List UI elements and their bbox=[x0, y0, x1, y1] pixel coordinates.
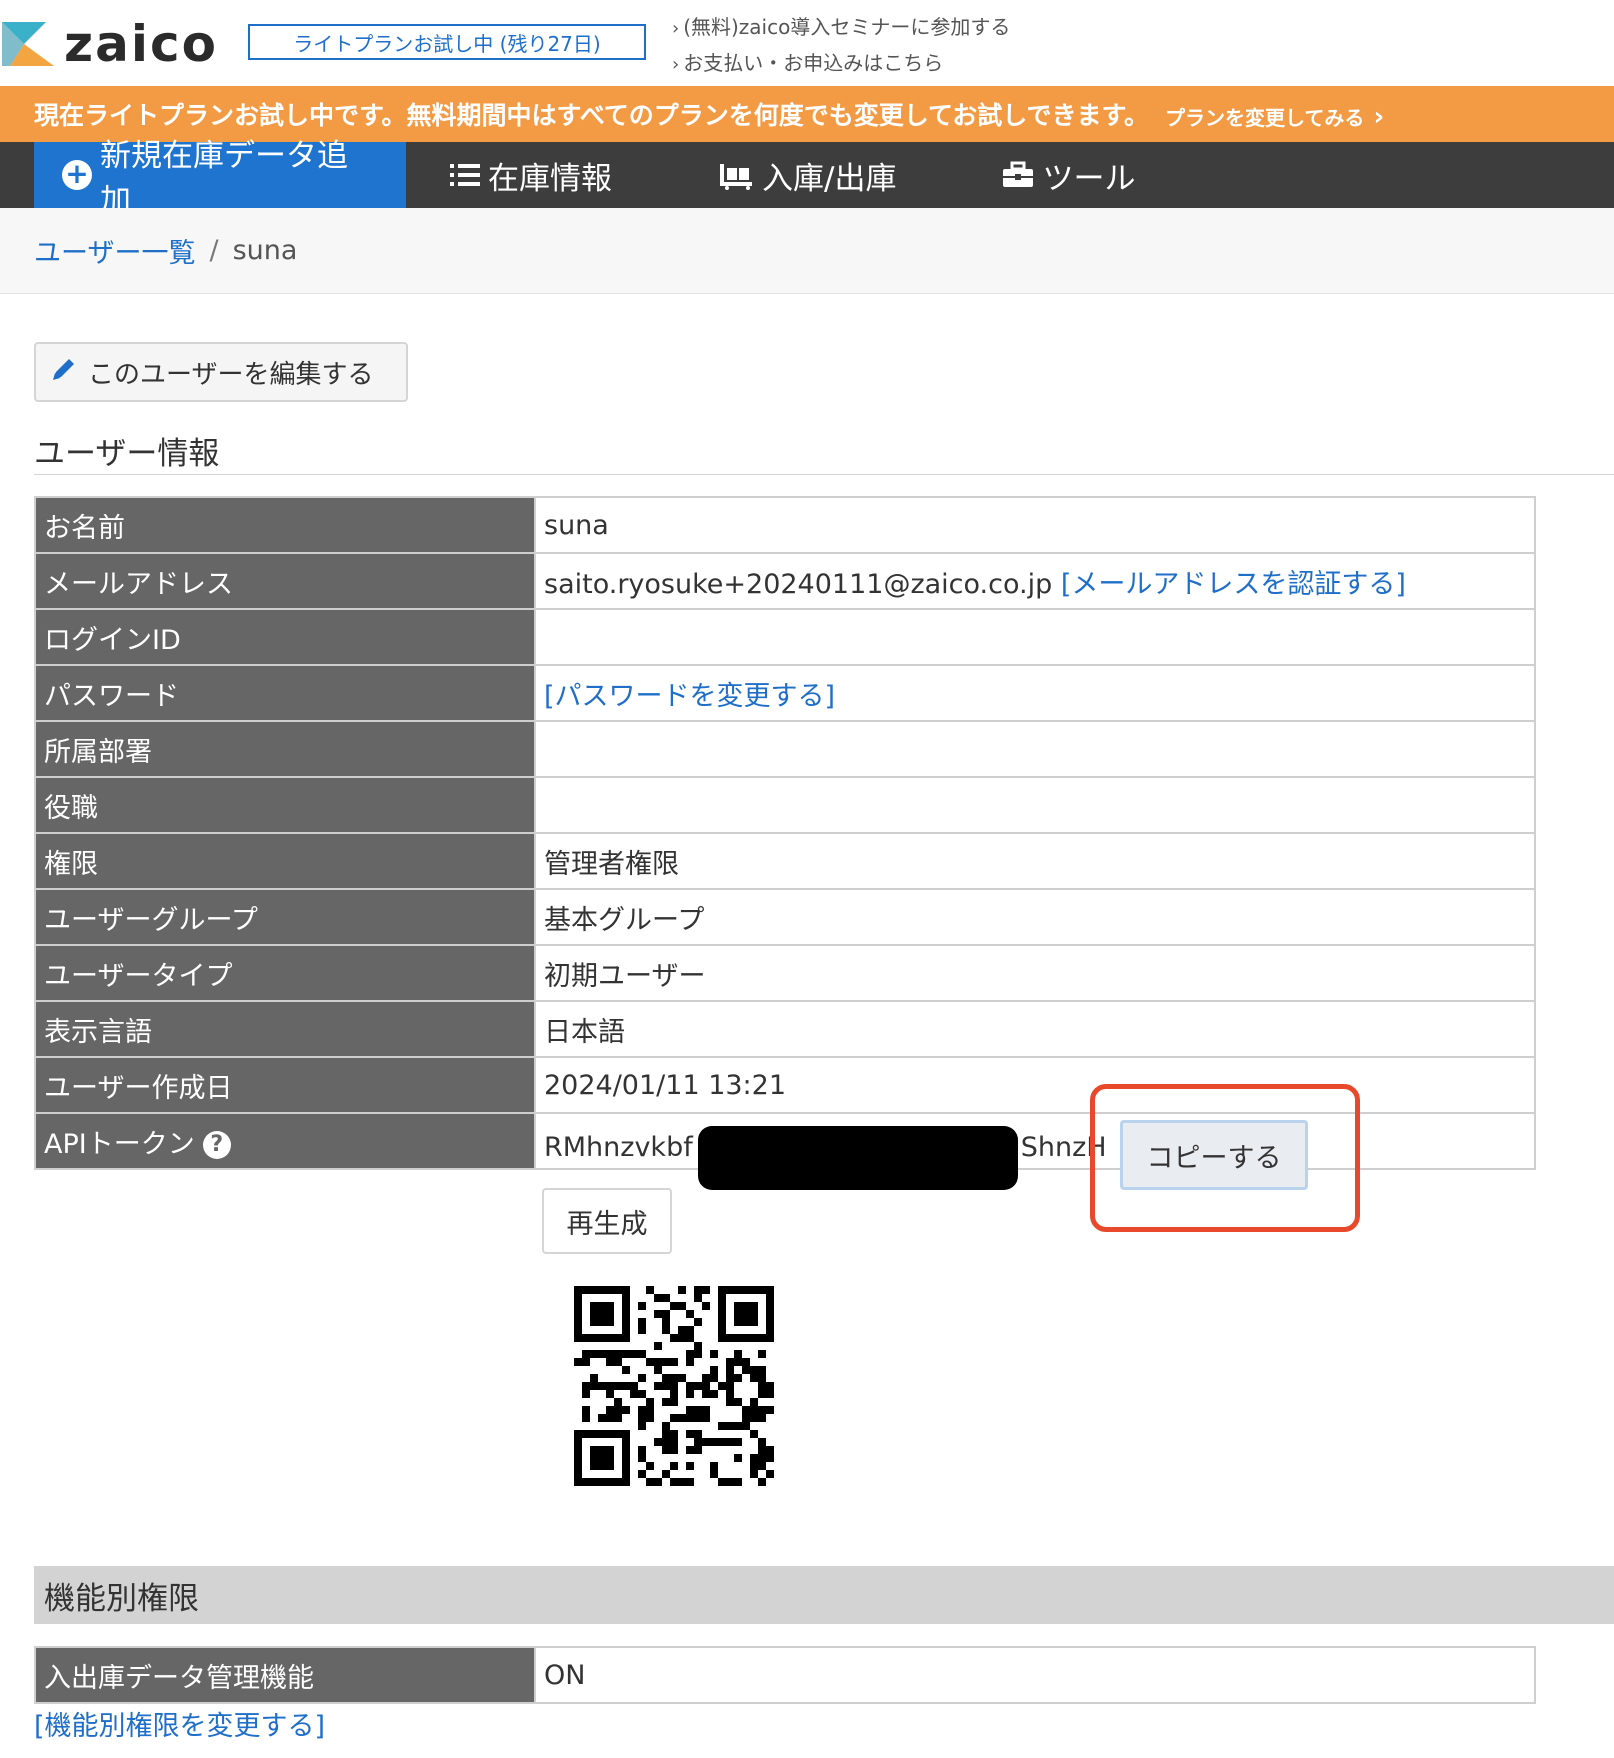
edit-user-label: このユーザーを編集する bbox=[88, 359, 374, 390]
help-icon[interactable]: ? bbox=[202, 1131, 231, 1159]
table-row: 役職 bbox=[34, 776, 1536, 834]
verify-email-link[interactable]: [メールアドレスを認証する] bbox=[1061, 569, 1406, 600]
row-label: パスワード bbox=[34, 664, 536, 722]
permission-label: 入出庫データ管理機能 bbox=[34, 1646, 536, 1704]
permissions-table: 入出庫データ管理機能 ON bbox=[34, 1646, 1536, 1704]
row-value: 初期ユーザー bbox=[534, 944, 1536, 1002]
row-value: 日本語 bbox=[534, 1000, 1536, 1058]
banner-text: 現在ライトプランお試し中です。無料期間中はすべてのプランを何度でも変更してお試し… bbox=[34, 101, 1150, 130]
row-value bbox=[534, 608, 1536, 666]
row-label: 役職 bbox=[34, 776, 536, 834]
logo-mark-icon bbox=[2, 22, 54, 66]
breadcrumb: ユーザー一覧 / suna bbox=[0, 208, 1614, 294]
table-row: ユーザータイプ 初期ユーザー bbox=[34, 944, 1536, 1002]
qr-code bbox=[574, 1286, 774, 1486]
nav-add-inventory[interactable]: + 新規在庫データ追加 bbox=[34, 138, 406, 219]
section-divider bbox=[34, 474, 1614, 475]
breadcrumb-separator: / bbox=[209, 235, 219, 266]
row-value bbox=[534, 776, 1536, 834]
row-label: メールアドレス bbox=[34, 552, 536, 610]
top-header: zaico ライトプランお試し中 (残り27日) (無料)zaico導入セミナー… bbox=[0, 0, 1614, 86]
api-token-cell: RMhnzvkbf ShnzH コピーする 再生成 bbox=[534, 1084, 1536, 1486]
row-label: ユーザータイプ bbox=[34, 944, 536, 1002]
table-row: お名前 suna bbox=[34, 496, 1536, 554]
section-title-user-info: ユーザー情報 bbox=[34, 436, 220, 472]
table-row-api-token: APIトークン? RMhnzvkbf ShnzH コピーする 再生成 bbox=[34, 1084, 1536, 1486]
regenerate-token-button[interactable]: 再生成 bbox=[542, 1188, 672, 1254]
nav-stock-in-out[interactable]: 入庫/出庫 bbox=[690, 142, 924, 208]
api-token-label-cell: APIトークン? bbox=[34, 1112, 536, 1170]
zaico-logo[interactable]: zaico bbox=[0, 14, 218, 74]
user-info-table: お名前 suna メールアドレス saito.ryosuke+20240111@… bbox=[34, 496, 1536, 1486]
change-permissions-link[interactable]: [機能別権限を変更する] bbox=[34, 1704, 325, 1743]
breadcrumb-user-list[interactable]: ユーザー一覧 bbox=[34, 231, 195, 270]
nav-tools-label: ツール bbox=[1042, 160, 1136, 197]
api-token-prefix: RMhnzvkbf bbox=[544, 1132, 693, 1163]
row-label: 権限 bbox=[34, 832, 536, 890]
permission-value: ON bbox=[534, 1646, 1536, 1704]
table-row: 所属部署 bbox=[34, 720, 1536, 778]
table-row: 権限 管理者権限 bbox=[34, 832, 1536, 890]
row-label: 表示言語 bbox=[34, 1000, 536, 1058]
pencil-icon bbox=[50, 355, 78, 390]
main-nav: + 新規在庫データ追加 在庫情報 入庫/出庫 ツール bbox=[0, 138, 1614, 219]
nav-add-inventory-label: 新規在庫データ追加 bbox=[100, 138, 348, 219]
row-value bbox=[534, 720, 1536, 778]
top-links: (無料)zaico導入セミナーに参加する お支払い・お申込みはこちら bbox=[672, 10, 1010, 82]
table-row: メールアドレス saito.ryosuke+20240111@zaico.co.… bbox=[34, 552, 1536, 610]
highlight-box bbox=[1090, 1084, 1360, 1232]
row-value: suna bbox=[534, 496, 1536, 554]
breadcrumb-current: suna bbox=[232, 235, 298, 266]
row-label: ユーザー作成日 bbox=[34, 1056, 536, 1114]
seminar-link[interactable]: (無料)zaico導入セミナーに参加する bbox=[672, 10, 1010, 46]
table-row: 表示言語 日本語 bbox=[34, 1000, 1536, 1058]
nav-stock-in-out-label: 入庫/出庫 bbox=[762, 160, 897, 197]
password-cell: [パスワードを変更する] bbox=[534, 664, 1536, 722]
table-row: 入出庫データ管理機能 ON bbox=[34, 1646, 1536, 1704]
payment-link[interactable]: お支払い・お申込みはこちら bbox=[672, 46, 1010, 82]
permissions-header: 機能別権限 bbox=[34, 1566, 1614, 1624]
table-row: ユーザーグループ 基本グループ bbox=[34, 888, 1536, 946]
email-value: saito.ryosuke+20240111@zaico.co.jp bbox=[544, 568, 1053, 600]
nav-inventory-info-label: 在庫情報 bbox=[488, 160, 612, 197]
row-value: 管理者権限 bbox=[534, 832, 1536, 890]
email-cell: saito.ryosuke+20240111@zaico.co.jp [メールア… bbox=[534, 552, 1536, 610]
change-plan-link[interactable]: プランを変更してみる bbox=[1165, 102, 1384, 132]
list-icon bbox=[450, 162, 480, 188]
trial-badge[interactable]: ライトプランお試し中 (残り27日) bbox=[248, 24, 646, 60]
nav-inventory-info[interactable]: 在庫情報 bbox=[422, 142, 640, 208]
row-value: 基本グループ bbox=[534, 888, 1536, 946]
cart-icon bbox=[718, 160, 754, 190]
table-row: パスワード [パスワードを変更する] bbox=[34, 664, 1536, 722]
plus-circle-icon: + bbox=[62, 160, 92, 190]
change-password-link[interactable]: [パスワードを変更する] bbox=[544, 681, 835, 712]
logo-text: zaico bbox=[64, 15, 218, 73]
row-label: 所属部署 bbox=[34, 720, 536, 778]
row-label: お名前 bbox=[34, 496, 536, 554]
nav-tools[interactable]: ツール bbox=[974, 142, 1163, 208]
row-value: 2024/01/11 13:21 bbox=[534, 1056, 1536, 1114]
row-label: ログインID bbox=[34, 608, 536, 666]
toolbox-icon bbox=[1002, 161, 1034, 189]
edit-user-button[interactable]: このユーザーを編集する bbox=[34, 342, 408, 402]
api-token-label: APIトークン bbox=[44, 1128, 195, 1160]
row-label: ユーザーグループ bbox=[34, 888, 536, 946]
redaction-block bbox=[698, 1126, 1018, 1190]
table-row: ログインID bbox=[34, 608, 1536, 666]
